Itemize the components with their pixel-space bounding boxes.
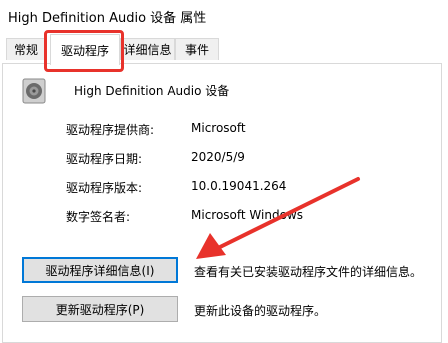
device-name: High Definition Audio 设备: [74, 84, 230, 98]
digital-signer-value: Microsoft Windows: [191, 208, 303, 222]
driver-date-value: 2020/5/9: [191, 150, 245, 164]
tab-details[interactable]: 详细信息: [120, 38, 175, 60]
driver-version-value: 10.0.19041.264: [191, 179, 287, 193]
update-driver-description: 更新此设备的驱动程序。: [194, 304, 327, 318]
tab-general[interactable]: 常规: [6, 38, 46, 60]
driver-details-button[interactable]: 驱动程序详细信息(I): [22, 257, 178, 283]
speaker-icon: [22, 78, 46, 104]
window-title: High Definition Audio 设备 属性: [8, 11, 207, 26]
driver-details-description: 查看有关已安装驱动程序文件的详细信息。: [194, 265, 423, 279]
update-driver-button[interactable]: 更新驱动程序(P): [22, 296, 178, 322]
digital-signer-label: 数字签名者:: [66, 210, 131, 224]
driver-provider-label: 驱动程序提供商:: [66, 123, 155, 137]
driver-provider-value: Microsoft: [191, 121, 246, 135]
tab-driver[interactable]: 驱动程序: [50, 34, 120, 65]
driver-version-label: 驱动程序版本:: [66, 181, 143, 195]
title-bar: High Definition Audio 设备 属性: [0, 0, 448, 32]
driver-date-label: 驱动程序日期:: [66, 152, 143, 166]
tab-events[interactable]: 事件: [175, 38, 219, 60]
tab-strip: 常规 驱动程序 详细信息 事件: [0, 34, 448, 65]
